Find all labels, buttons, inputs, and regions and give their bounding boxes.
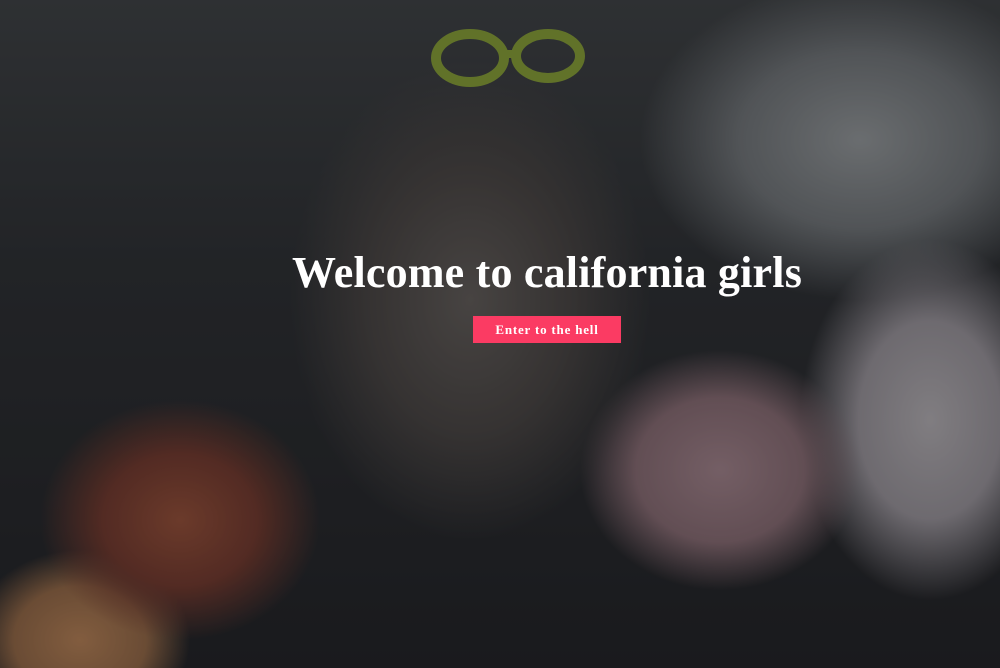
enter-button[interactable]: Enter to the hell: [473, 316, 621, 343]
hero-title: Welcome to california girls: [291, 248, 803, 297]
hero-section: Welcome to california girls Enter to the…: [0, 0, 1000, 668]
hero-content: Welcome to california girls Enter to the…: [0, 246, 1000, 343]
